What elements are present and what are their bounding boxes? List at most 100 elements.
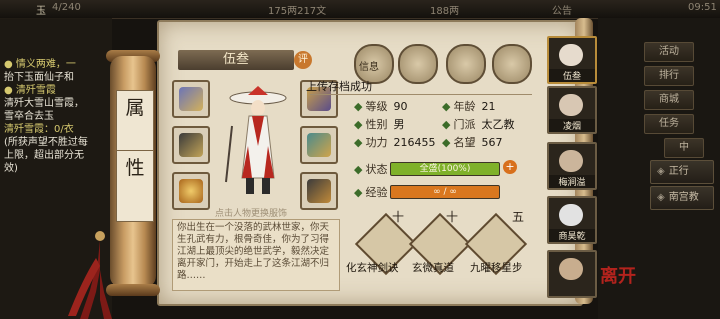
state-stat: ◆ 状态 <box>354 161 387 177</box>
equip-slot-boots[interactable] <box>300 172 338 210</box>
faction-zhengxing-label: 正行 <box>668 166 689 177</box>
skill-name-1: 化玄神剑诀 <box>346 262 399 274</box>
ranking-button[interactable]: 排行 <box>644 66 694 86</box>
avatar <box>559 94 583 116</box>
bullet-icon: ◆ <box>442 136 451 149</box>
level-value: 90 <box>393 100 408 113</box>
energy-counter: 4/240 <box>52 2 81 13</box>
bullet-icon: ◆ <box>354 118 363 131</box>
clock: 09:51 <box>688 2 717 13</box>
exp-bar-text: ∞ / ∞ <box>433 187 457 197</box>
power-label: 功力 <box>365 136 388 149</box>
party-member-3[interactable]: 梅涧溢 <box>547 142 597 190</box>
info-tab-label: 信息 <box>359 62 379 73</box>
skill-name-3: 九曜移星步 <box>470 262 523 274</box>
sect-stat: ◆ 门派 太乙教 <box>442 116 514 132</box>
equip-slot-armor[interactable] <box>300 126 338 164</box>
fame-stat: ◆ 名望 567 <box>442 134 502 150</box>
exp-bar: ∞ / ∞ <box>390 185 500 199</box>
activity-button[interactable]: 活动 <box>644 42 694 62</box>
bullet-icon: ◆ <box>354 186 363 199</box>
coin-counter: 175两217文 <box>268 6 327 17</box>
exp-stat: ◆ 经验 <box>354 184 387 200</box>
gender-label: 性别 <box>365 118 388 131</box>
restore-button[interactable]: + <box>503 160 517 174</box>
bullet-icon: ◆ <box>354 136 363 149</box>
exit-button[interactable]: 离开 <box>600 262 636 288</box>
state-bar: 全盛(100%) <box>390 162 500 176</box>
bullet-icon: ◆ <box>354 100 363 113</box>
chat-line: (所获声望不胜过每 <box>4 137 88 148</box>
party-member-name: 商昊乾 <box>549 229 595 242</box>
fame-value: 567 <box>481 136 503 149</box>
chat-line: ● 情义两难，一 <box>4 59 76 70</box>
party-member-5[interactable] <box>547 250 597 298</box>
faction-nangong-label: 南宫教 <box>668 192 699 203</box>
scroll-cap-bottom <box>106 284 160 296</box>
power-stat: ◆ 功力 216455 <box>354 134 435 150</box>
equip-hint: 点击人物更换服饰 <box>215 209 288 219</box>
state-label: 状态 <box>365 163 388 176</box>
scroll-label-bottom: 性 <box>116 150 154 222</box>
gold-counter: 188两 <box>430 6 460 17</box>
blade-icon <box>179 133 203 157</box>
power-value: 216455 <box>393 136 436 149</box>
faction-nangong[interactable]: ◈ 南宫教 <box>650 186 714 210</box>
age-value: 21 <box>481 100 496 113</box>
shop-button[interactable]: 商城 <box>644 90 694 110</box>
chat-line: 上限，超出部分无 <box>4 150 84 161</box>
faction-zhengxing[interactable]: ◈ 正行 <box>650 160 714 184</box>
status-left-label: 玉 <box>36 6 46 17</box>
upload-status: 上传存档成功 <box>306 80 372 93</box>
gear-icon: ◈ <box>657 192 665 203</box>
equip-slot-weapon[interactable] <box>172 126 210 164</box>
avatar <box>559 150 583 172</box>
exp-label: 经验 <box>365 186 388 199</box>
character-name: 伍叁 <box>178 50 294 70</box>
boots-icon <box>307 179 331 203</box>
bracer-icon <box>179 87 203 111</box>
equip-slot-accessory[interactable] <box>172 80 210 118</box>
chat-line: 清歼大雪山雪霞， <box>4 98 84 109</box>
armor-icon <box>307 133 331 157</box>
character-figure[interactable] <box>222 86 294 198</box>
party-member-name: 伍叁 <box>549 69 595 82</box>
age-stat: ◆ 年龄 21 <box>442 98 495 114</box>
chat-line: ● 清歼雪霞 <box>4 85 56 96</box>
top-status-bar: 玉 4/240 175两217文 188两 公告 09:51 <box>0 0 720 19</box>
party-member-name: 梅涧溢 <box>549 175 595 188</box>
party-member-1[interactable]: 伍叁 <box>547 36 597 84</box>
skills-tab[interactable] <box>398 44 438 84</box>
chat-line: 雪卒合去玉 <box>4 111 54 122</box>
bullet-icon: ◆ <box>442 100 451 113</box>
fame-label: 名望 <box>453 136 476 149</box>
party-member-2[interactable]: 凌烟 <box>547 86 597 134</box>
bullet-icon: ◆ <box>442 118 451 131</box>
tassel-decoration <box>68 231 112 319</box>
bagua-tab[interactable] <box>446 44 486 84</box>
chat-line: 抬下玉面仙子和 <box>4 72 74 83</box>
equip-slot-ring[interactable] <box>172 172 210 210</box>
state-bar-text: 全盛(100%) <box>419 164 471 174</box>
meridian-tab[interactable] <box>492 44 532 84</box>
ring-icon <box>179 179 203 203</box>
gender-value: 男 <box>393 118 405 131</box>
party-member-4[interactable]: 商昊乾 <box>547 196 597 244</box>
level-label: 等级 <box>365 100 388 113</box>
chat-line: 清歼雪霞：0/衣 <box>4 124 74 135</box>
avatar <box>559 204 583 226</box>
sect-value: 太乙教 <box>481 118 515 131</box>
skill-name-2: 玄微真道 <box>412 262 454 274</box>
quest-button[interactable]: 任务 <box>644 114 694 134</box>
bullet-icon: ◆ <box>354 163 363 176</box>
gear-icon: ◈ <box>657 166 665 177</box>
notice-button[interactable]: 公告 <box>552 2 572 17</box>
middle-label[interactable]: 中 <box>664 138 704 158</box>
gender-stat: ◆ 性别男 <box>354 116 404 132</box>
chat-line: 效) <box>4 163 18 174</box>
divider <box>310 94 532 95</box>
rate-badge[interactable]: 评 <box>294 51 312 69</box>
character-description: 你出生在一个没落的武林世家，你天生孔武有力，根骨奇佳，你为了习得江湖上最顶尖的绝… <box>172 219 340 291</box>
skill-rank-3: 五 <box>512 210 525 224</box>
level-stat: ◆ 等级 90 <box>354 98 407 114</box>
